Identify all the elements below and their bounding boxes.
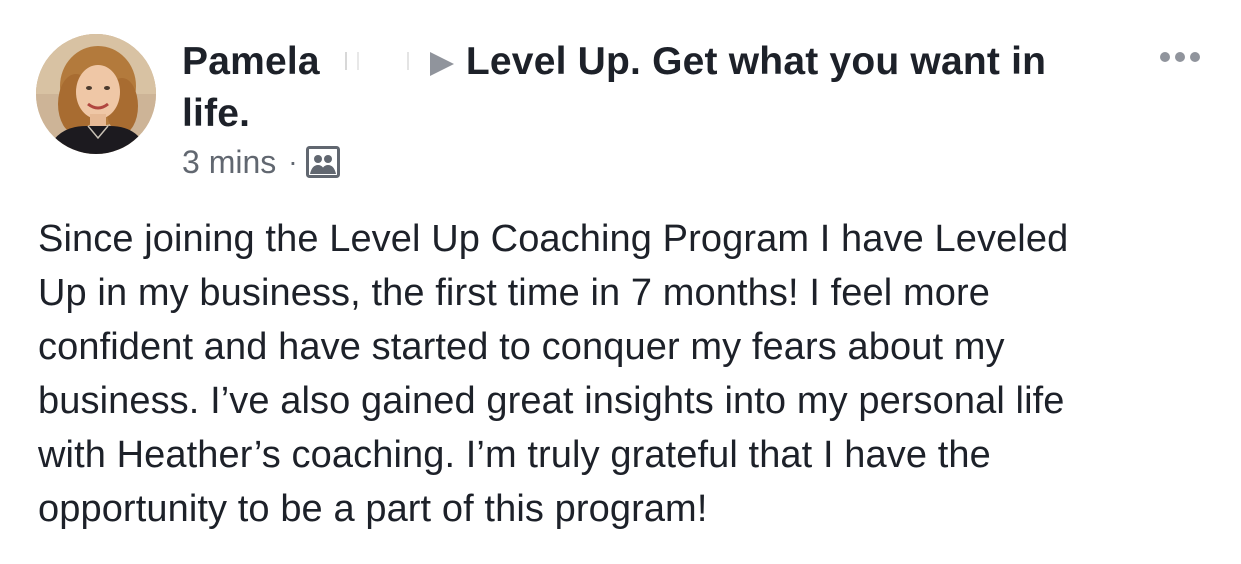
more-options-icon[interactable] [1160, 52, 1200, 62]
post-meta: 3 mins · [182, 142, 340, 182]
group-name-continued[interactable]: life. [182, 92, 250, 135]
post-body-line: opportunity to be a part of this program… [38, 488, 708, 530]
post-timestamp[interactable]: 3 mins [182, 142, 276, 182]
post-body-line: Up in my business, the first time in 7 m… [38, 272, 990, 314]
share-arrow-icon [429, 52, 454, 76]
author-photo [36, 34, 156, 154]
post-body-line: with Heather’s coaching. I’m truly grate… [38, 434, 991, 476]
facebook-post: Pamela Level Up. Get what you want in li… [0, 0, 1241, 564]
group-name[interactable]: Level Up. Get what you want in [466, 40, 1046, 83]
author-name[interactable]: Pamela [182, 40, 320, 83]
group-audience-icon[interactable] [305, 146, 340, 178]
post-body-line: confident and have started to conquer my… [38, 326, 1005, 368]
post-body-line: Since joining the Level Up Coaching Prog… [38, 218, 1069, 260]
post-header: Pamela Level Up. Get what you want in li… [182, 36, 1122, 140]
post-body-line: business. I’ve also gained great insight… [38, 380, 1065, 422]
author-avatar[interactable] [36, 34, 156, 154]
meta-separator: · [288, 146, 298, 177]
post-body: Since joining the Level Up Coaching Prog… [38, 212, 1228, 536]
redacted-surname [331, 46, 419, 76]
